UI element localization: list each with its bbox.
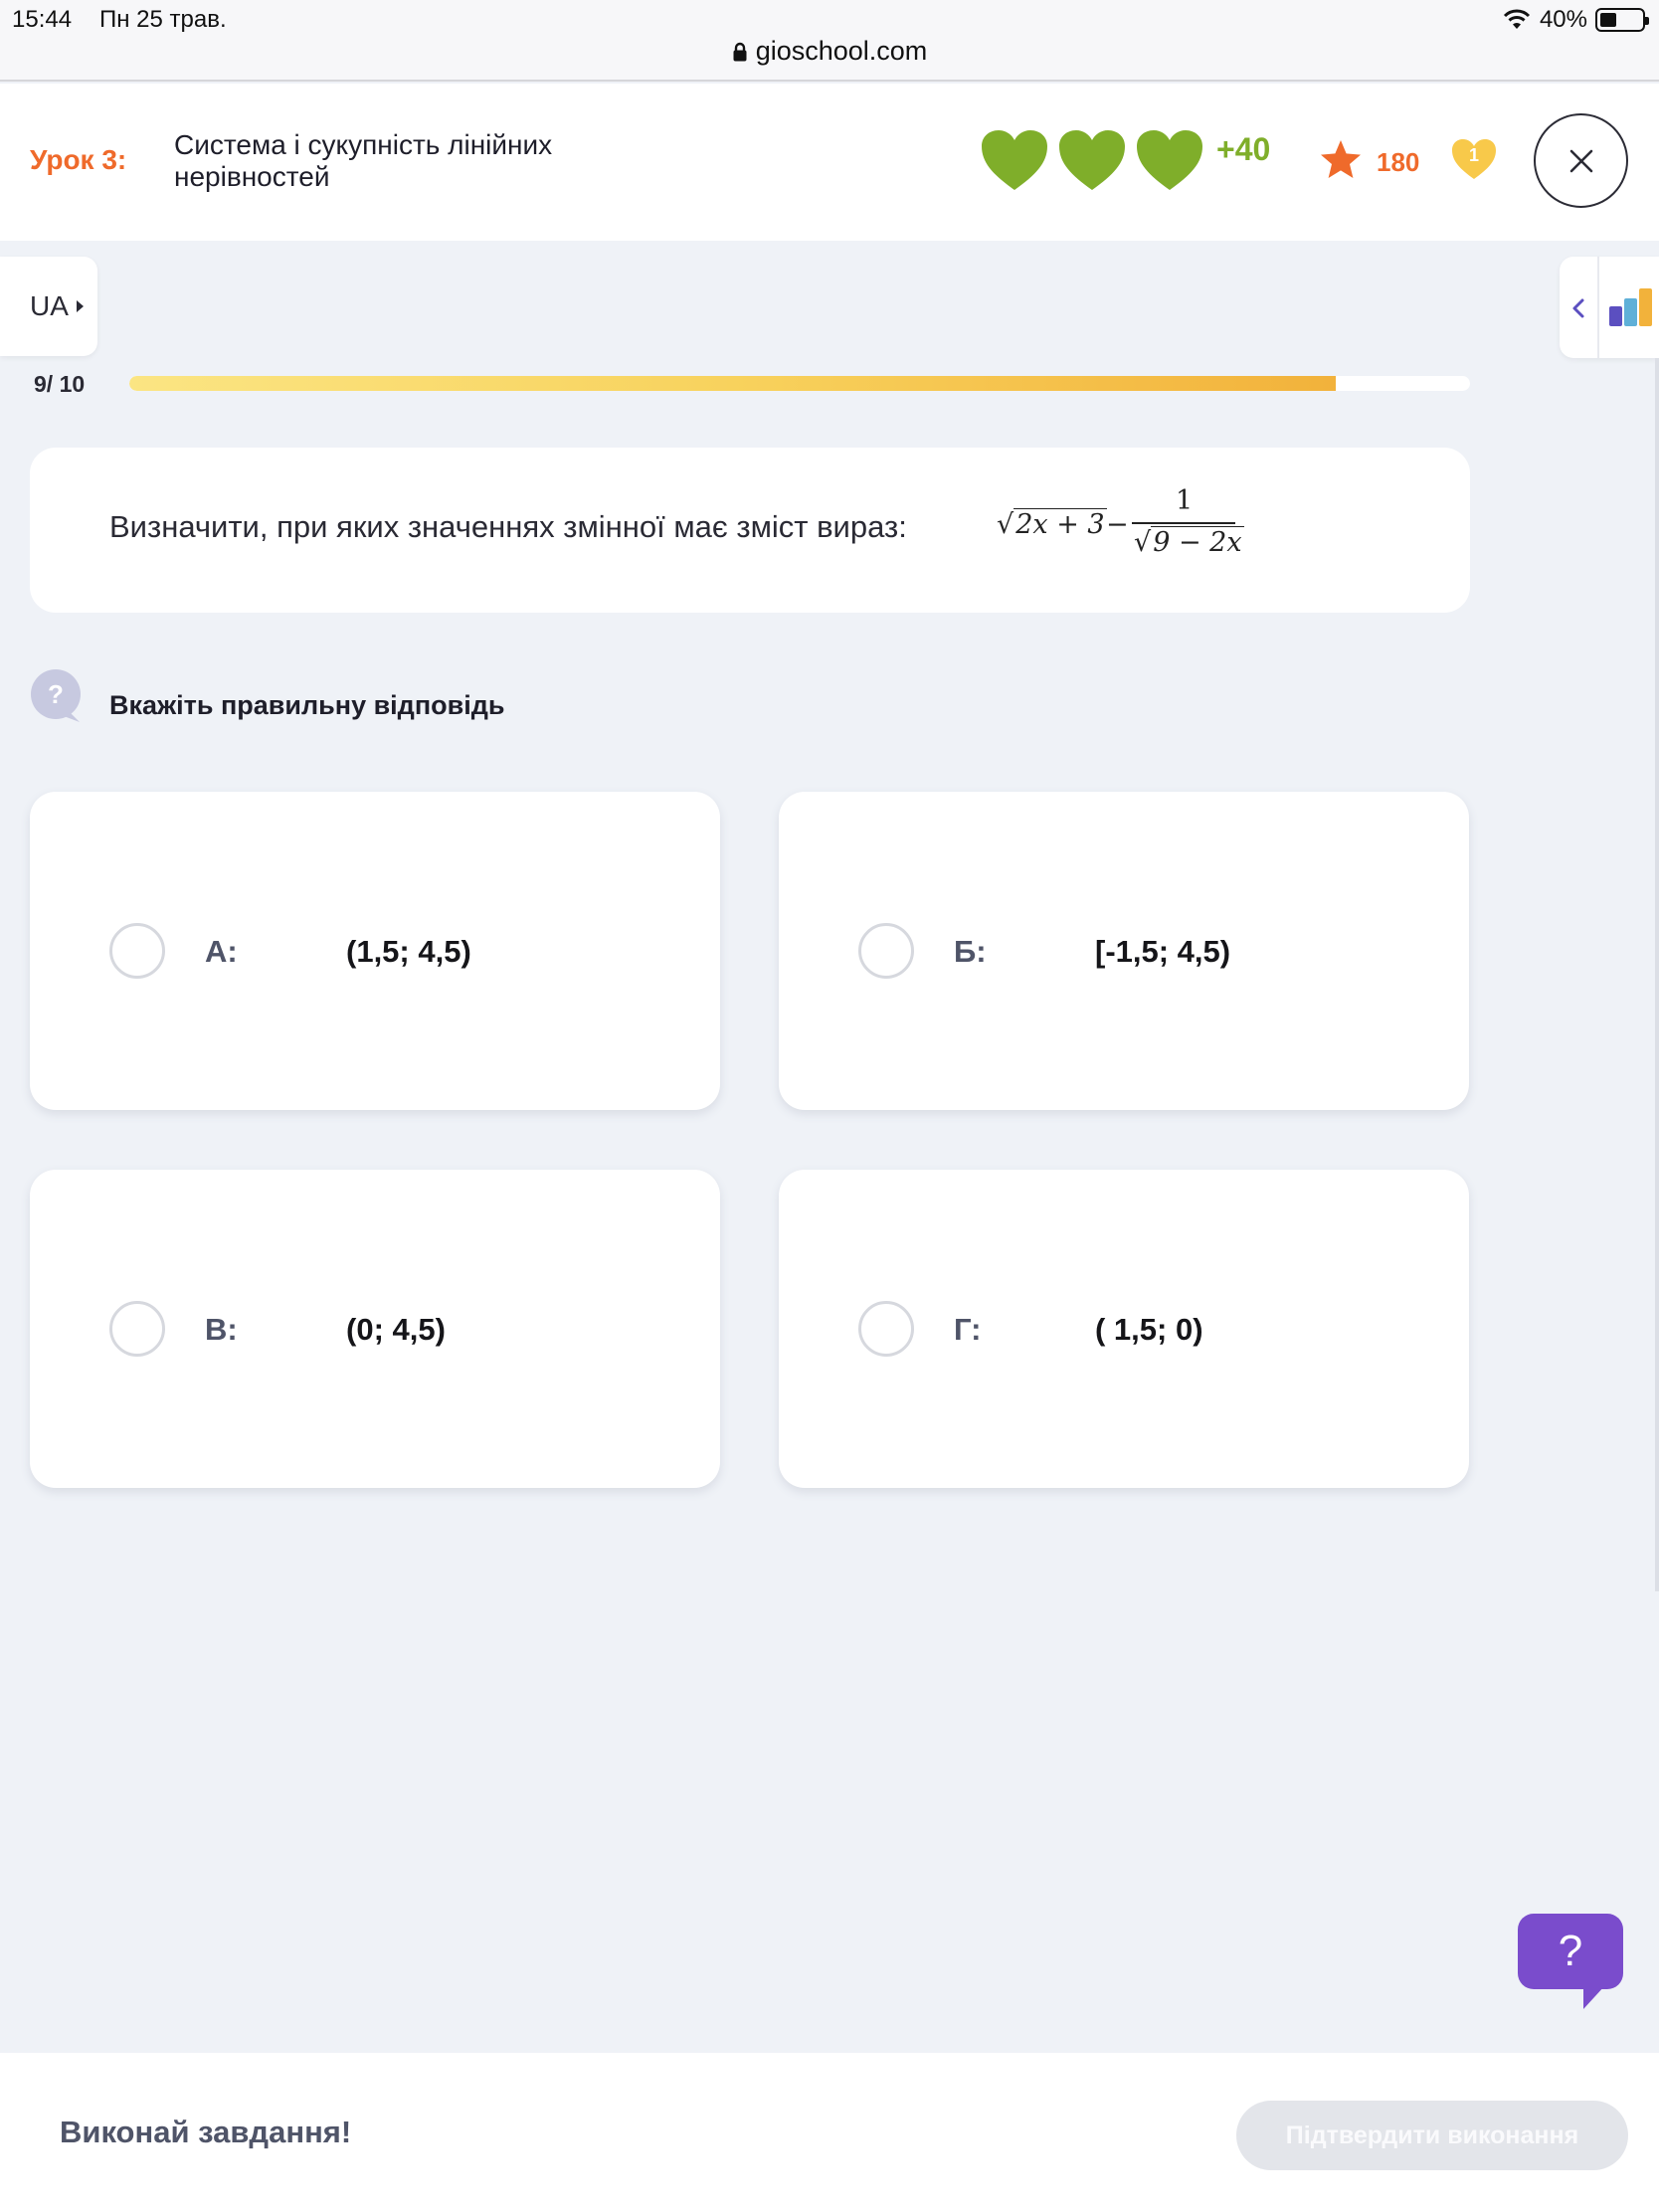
task-hint: Виконай завдання!	[60, 2115, 352, 2149]
formula-numerator: 1	[1176, 485, 1194, 516]
caret-right-icon	[76, 300, 84, 312]
gold-heart-count: 1	[1468, 145, 1479, 165]
life-heart-icon	[1137, 130, 1202, 190]
progress-fill	[129, 376, 1337, 391]
bottom-action-bar: Виконай завдання! Підтвердити виконання	[0, 2053, 1659, 2212]
option-value: [-1,5; 4,5)	[1095, 934, 1231, 969]
formula-operator: −	[1106, 509, 1129, 540]
lives-hearts	[980, 128, 1204, 192]
progress-bar	[129, 376, 1470, 391]
option-value: (0; 4,5)	[346, 1312, 446, 1347]
radio-button[interactable]	[109, 1301, 165, 1357]
option-letter: В:	[205, 1312, 238, 1347]
help-chat-button[interactable]: ?	[1518, 1914, 1623, 2011]
tab-divider	[1597, 257, 1599, 358]
formula-radicand: 2x + 3	[1014, 508, 1107, 540]
life-heart-icon	[982, 130, 1047, 190]
close-icon	[1569, 149, 1592, 172]
browser-status-bar: 15:44 Пн 25 трав. 40% gioschool.com	[0, 0, 1659, 82]
status-indicators: 40%	[1502, 6, 1649, 34]
option-value: (1,5; 4,5)	[346, 934, 471, 969]
lesson-title: Система і сукупність лінійних нерівносте…	[174, 129, 553, 192]
formula-denominator-radicand: 9 − 2x	[1151, 526, 1244, 558]
option-letter: Г:	[954, 1312, 982, 1347]
radio-button[interactable]	[858, 1301, 914, 1357]
formula-denominator: √9 − 2x	[1134, 526, 1244, 558]
speech-tail-icon	[1583, 1985, 1605, 2009]
answer-option-a[interactable]: А: (1,5; 4,5)	[30, 792, 720, 1110]
language-label: UA	[30, 290, 69, 321]
url-text: gioschool.com	[755, 36, 928, 66]
bonus-points: +40	[1216, 131, 1271, 167]
close-lesson-button[interactable]	[1534, 113, 1628, 208]
answer-option-b[interactable]: Б: [-1,5; 4,5)	[779, 792, 1469, 1110]
wifi-icon	[1503, 9, 1531, 29]
answer-option-c[interactable]: В: (0; 4,5)	[30, 1170, 720, 1488]
lesson-header: Урок 3: Система і сукупність лінійних не…	[0, 84, 1659, 241]
radio-button[interactable]	[109, 923, 165, 979]
lesson-label: Урок 3:	[30, 144, 127, 175]
lock-icon	[733, 42, 747, 61]
star-icon	[1321, 140, 1361, 178]
formula-fraction-bar	[1132, 522, 1235, 524]
question-mark-icon: ?	[31, 669, 81, 722]
formula-sqrt: √2x + 3	[997, 508, 1107, 540]
help-chat-label: ?	[1518, 1914, 1623, 1989]
question-text: Визначити, при яких значеннях змінної ма…	[109, 509, 907, 544]
stats-panel-toggle[interactable]	[1560, 257, 1659, 358]
instruction-text: Вкажіть правильну відповідь	[109, 690, 505, 720]
option-letter: Б:	[954, 934, 987, 969]
language-switcher[interactable]: UA	[0, 257, 97, 356]
battery-icon	[1595, 8, 1649, 32]
address-bar[interactable]: gioschool.com	[0, 36, 1659, 67]
life-heart-icon	[1059, 130, 1125, 190]
answer-option-d[interactable]: Г: ( 1,5; 0)	[779, 1170, 1469, 1488]
progress-label: 9/ 10	[34, 371, 86, 397]
battery-percent: 40%	[1539, 6, 1587, 33]
status-time: 15:44	[12, 6, 73, 33]
bar-chart-icon	[1609, 288, 1652, 326]
question-card: Визначити, при яких значеннях змінної ма…	[30, 448, 1470, 613]
option-letter: А:	[205, 934, 238, 969]
confirm-button[interactable]: Підтвердити виконання	[1236, 2101, 1628, 2170]
radio-button[interactable]	[858, 923, 914, 979]
option-value: ( 1,5; 0)	[1095, 1312, 1203, 1347]
status-date: Пн 25 трав.	[99, 6, 227, 33]
chevron-left-icon	[1572, 298, 1584, 318]
star-count: 180	[1377, 147, 1420, 177]
right-panel-edge	[1655, 358, 1659, 1591]
svg-text:?: ?	[48, 679, 64, 709]
